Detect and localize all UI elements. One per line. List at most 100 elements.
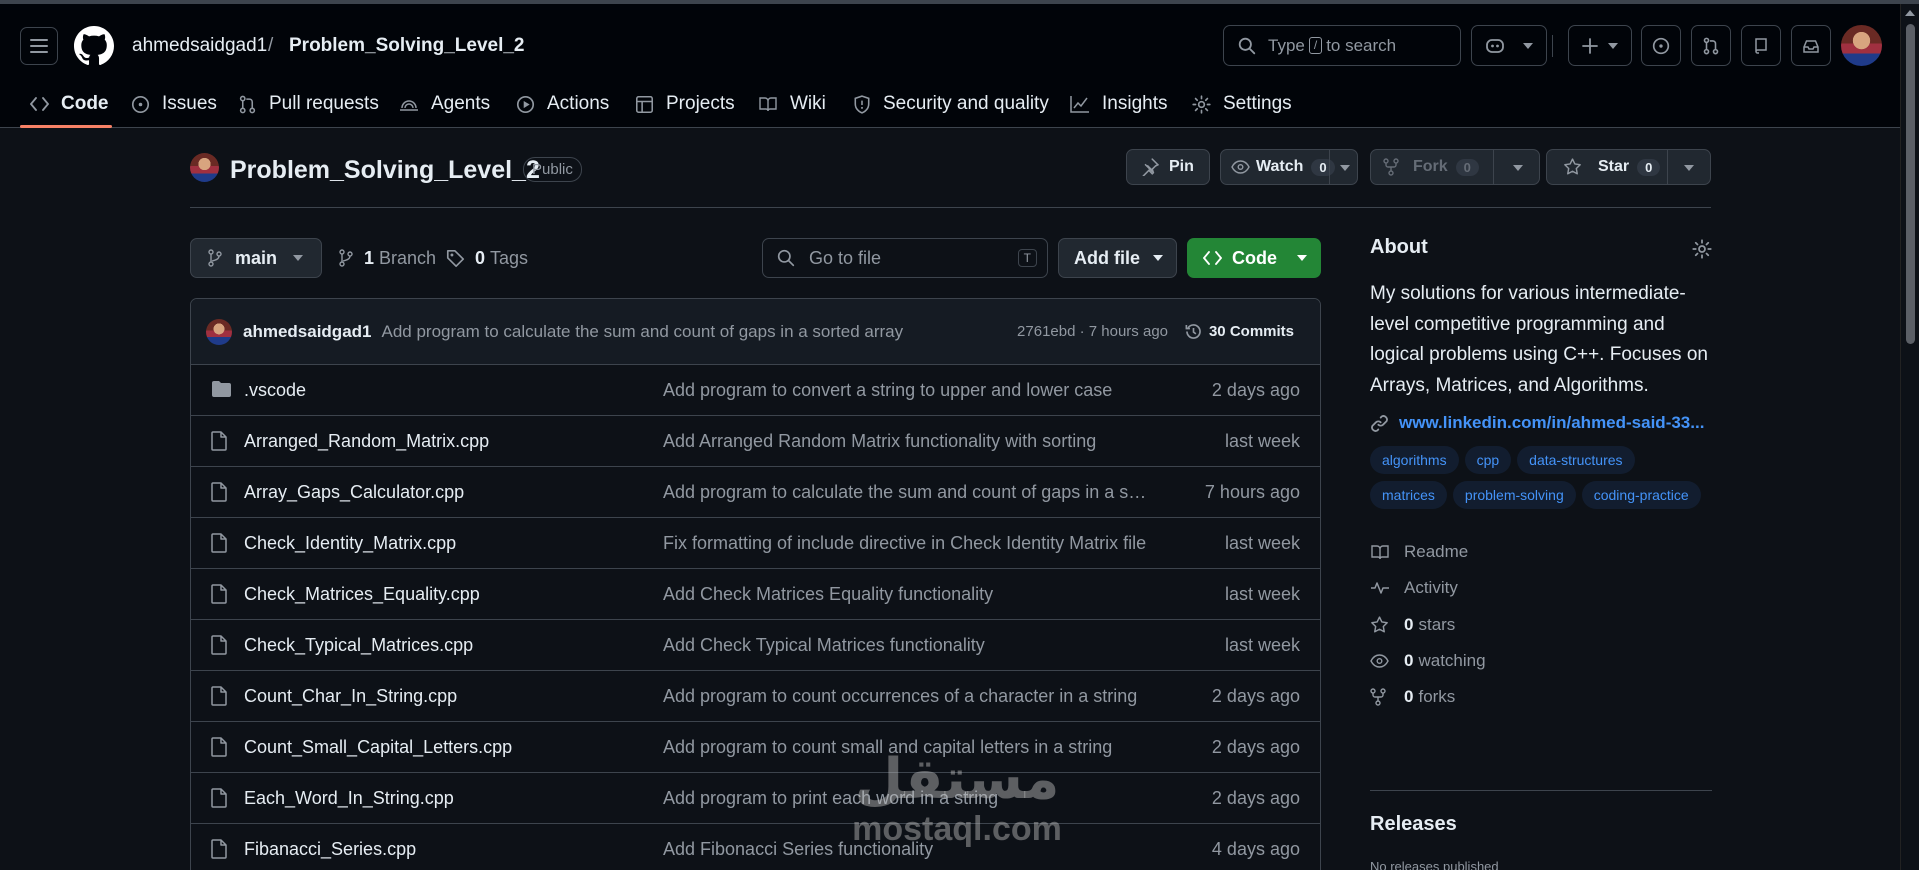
github-logo-icon[interactable]: [74, 26, 114, 66]
repositories-shortcut-button[interactable]: [1741, 25, 1781, 66]
tab-settings[interactable]: Settings: [1192, 80, 1292, 128]
website-link[interactable]: www.linkedin.com/in/ahmed-said-33...: [1370, 413, 1712, 433]
file-row[interactable]: Each_Word_In_String.cpp Add program to pr…: [191, 773, 1320, 824]
topic-tag[interactable]: algorithms: [1370, 446, 1459, 474]
code-download-button[interactable]: Code: [1187, 238, 1321, 278]
file-row[interactable]: Arranged_Random_Matrix.cpp Add Arranged R…: [191, 416, 1320, 467]
file-name[interactable]: Each_Word_In_String.cpp: [244, 788, 454, 809]
tab-security[interactable]: Security and quality: [853, 80, 1049, 128]
tab-projects[interactable]: Projects: [635, 80, 735, 128]
pull-requests-shortcut-button[interactable]: [1691, 25, 1731, 66]
forks-link[interactable]: 0 forks: [1370, 679, 1712, 715]
user-avatar[interactable]: [1841, 25, 1882, 66]
commit-author-avatar[interactable]: [206, 318, 232, 345]
folder-icon: [212, 381, 231, 397]
star-count: 0: [1637, 158, 1661, 176]
agent-icon: [400, 100, 418, 111]
file-row[interactable]: Count_Char_In_String.cpp Add program to c…: [191, 671, 1320, 722]
readme-link[interactable]: Readme: [1370, 534, 1712, 570]
file-commit-message[interactable]: Add program to calculate the sum and cou…: [663, 482, 1153, 503]
topic-tag[interactable]: cpp: [1464, 446, 1512, 474]
tags-link[interactable]: 0 Tags: [446, 238, 528, 278]
star-button[interactable]: Star 0: [1546, 149, 1711, 185]
menu-button[interactable]: [20, 27, 58, 65]
commits-link[interactable]: 30 Commits: [1184, 322, 1294, 341]
file-row[interactable]: Fibanacci_Series.cpp Add Fibonacci Series…: [191, 824, 1320, 870]
watch-label: Watch: [1256, 158, 1304, 175]
tab-actions[interactable]: Actions: [516, 80, 609, 128]
watch-button[interactable]: Watch 0: [1220, 149, 1358, 185]
topic-tag[interactable]: data-structures: [1517, 446, 1635, 474]
topic-tag[interactable]: problem-solving: [1452, 481, 1576, 509]
file-commit-message[interactable]: Add program to convert a string to upper…: [663, 380, 1153, 401]
tab-insights[interactable]: Insights: [1070, 80, 1167, 128]
inbox-button[interactable]: [1791, 25, 1831, 66]
add-file-button[interactable]: Add file: [1058, 238, 1177, 278]
page-scrollbar[interactable]: [1900, 4, 1919, 870]
file-row[interactable]: Array_Gaps_Calculator.cpp Add program to …: [191, 467, 1320, 518]
tab-label: Security and quality: [883, 93, 1049, 114]
topic-tag[interactable]: matrices: [1370, 481, 1447, 509]
file-commit-message[interactable]: Add Check Matrices Equality functionalit…: [663, 584, 1153, 605]
file-commit-message[interactable]: Add Check Typical Matrices functionality: [663, 635, 1153, 656]
file-name[interactable]: Arranged_Random_Matrix.cpp: [244, 431, 489, 452]
tab-code[interactable]: Code: [30, 80, 109, 128]
tab-issues[interactable]: Issues: [131, 80, 217, 128]
activity-link[interactable]: Activity: [1370, 570, 1712, 606]
about-description: My solutions for various intermediate-le…: [1370, 283, 1708, 396]
breadcrumb-owner[interactable]: ahmedsaidgad1: [132, 34, 267, 58]
file-commit-message[interactable]: Add program to print each word in a stri…: [663, 788, 1153, 809]
file-name[interactable]: Array_Gaps_Calculator.cpp: [244, 482, 464, 503]
watching-link[interactable]: 0 watching: [1370, 643, 1712, 679]
history-icon: [1185, 324, 1201, 339]
issues-shortcut-button[interactable]: [1641, 25, 1681, 66]
scrollbar-thumb[interactable]: [1906, 24, 1915, 344]
fork-split-divider: [1493, 150, 1494, 184]
releases-heading[interactable]: Releases: [1370, 813, 1457, 836]
branch-selector[interactable]: main: [190, 238, 322, 278]
tab-pull-requests[interactable]: Pull requests: [238, 80, 379, 128]
go-to-file-input[interactable]: Go to file T: [762, 238, 1048, 278]
file-name[interactable]: Check_Typical_Matrices.cpp: [244, 635, 473, 656]
file-name[interactable]: Check_Matrices_Equality.cpp: [244, 584, 480, 605]
file-commit-message[interactable]: Add program to count occurrences of a ch…: [663, 686, 1153, 707]
topic-tag[interactable]: coding-practice: [1581, 481, 1701, 509]
visibility-badge: Public: [523, 157, 582, 182]
pin-button[interactable]: Pin: [1126, 149, 1210, 185]
file-row[interactable]: .vscode Add program to convert a string t…: [191, 365, 1320, 416]
global-search-input[interactable]: Type / to search: [1223, 25, 1461, 66]
file-name[interactable]: Count_Small_Capital_Letters.cpp: [244, 737, 512, 758]
file-name[interactable]: Count_Char_In_String.cpp: [244, 686, 457, 707]
search-icon: [1238, 37, 1256, 54]
owner-avatar[interactable]: [190, 153, 219, 182]
file-row[interactable]: Check_Matrices_Equality.cpp Add Check Mat…: [191, 569, 1320, 620]
file-commit-message[interactable]: Fix formatting of include directive in C…: [663, 533, 1153, 554]
breadcrumb-repo[interactable]: Problem_Solving_Level_2: [289, 34, 525, 58]
go-to-file-shortcut: T: [1017, 249, 1037, 267]
fork-button[interactable]: Fork 0: [1370, 149, 1540, 185]
file-name[interactable]: Fibanacci_Series.cpp: [244, 839, 416, 860]
commit-message[interactable]: Add program to calculate the sum and cou…: [382, 322, 904, 342]
tab-agents[interactable]: Agents: [399, 80, 490, 128]
file-commit-date: 7 hours ago: [1204, 481, 1300, 502]
commit-hash-time[interactable]: 2761ebd · 7 hours ago: [1017, 323, 1168, 340]
file-name[interactable]: Check_Identity_Matrix.cpp: [244, 533, 456, 554]
gear-icon[interactable]: [1692, 239, 1712, 259]
copilot-button[interactable]: [1471, 25, 1547, 66]
tab-label: Issues: [162, 93, 217, 114]
file-commit-message[interactable]: Add Fibonacci Series functionality: [663, 839, 1153, 860]
file-commit-message[interactable]: Add Arranged Random Matrix functionality…: [663, 431, 1153, 452]
repo-title[interactable]: Problem_Solving_Level_2: [230, 156, 540, 185]
commit-author[interactable]: ahmedsaidgad1: [243, 322, 372, 342]
file-row[interactable]: Count_Small_Capital_Letters.cpp Add progr…: [191, 722, 1320, 773]
go-to-file-placeholder: Go to file: [809, 247, 882, 268]
stars-link[interactable]: 0 stars: [1370, 607, 1712, 643]
file-row[interactable]: Check_Typical_Matrices.cpp Add Check Typi…: [191, 620, 1320, 671]
tab-wiki[interactable]: Wiki: [758, 80, 826, 128]
file-row[interactable]: Check_Identity_Matrix.cpp Fix formatting …: [191, 518, 1320, 569]
file-name[interactable]: .vscode: [244, 380, 306, 401]
book-icon: [759, 97, 777, 112]
branches-link[interactable]: 1 Branch: [338, 238, 436, 278]
create-new-button[interactable]: [1568, 25, 1632, 66]
file-commit-message[interactable]: Add program to count small and capital l…: [663, 737, 1153, 758]
